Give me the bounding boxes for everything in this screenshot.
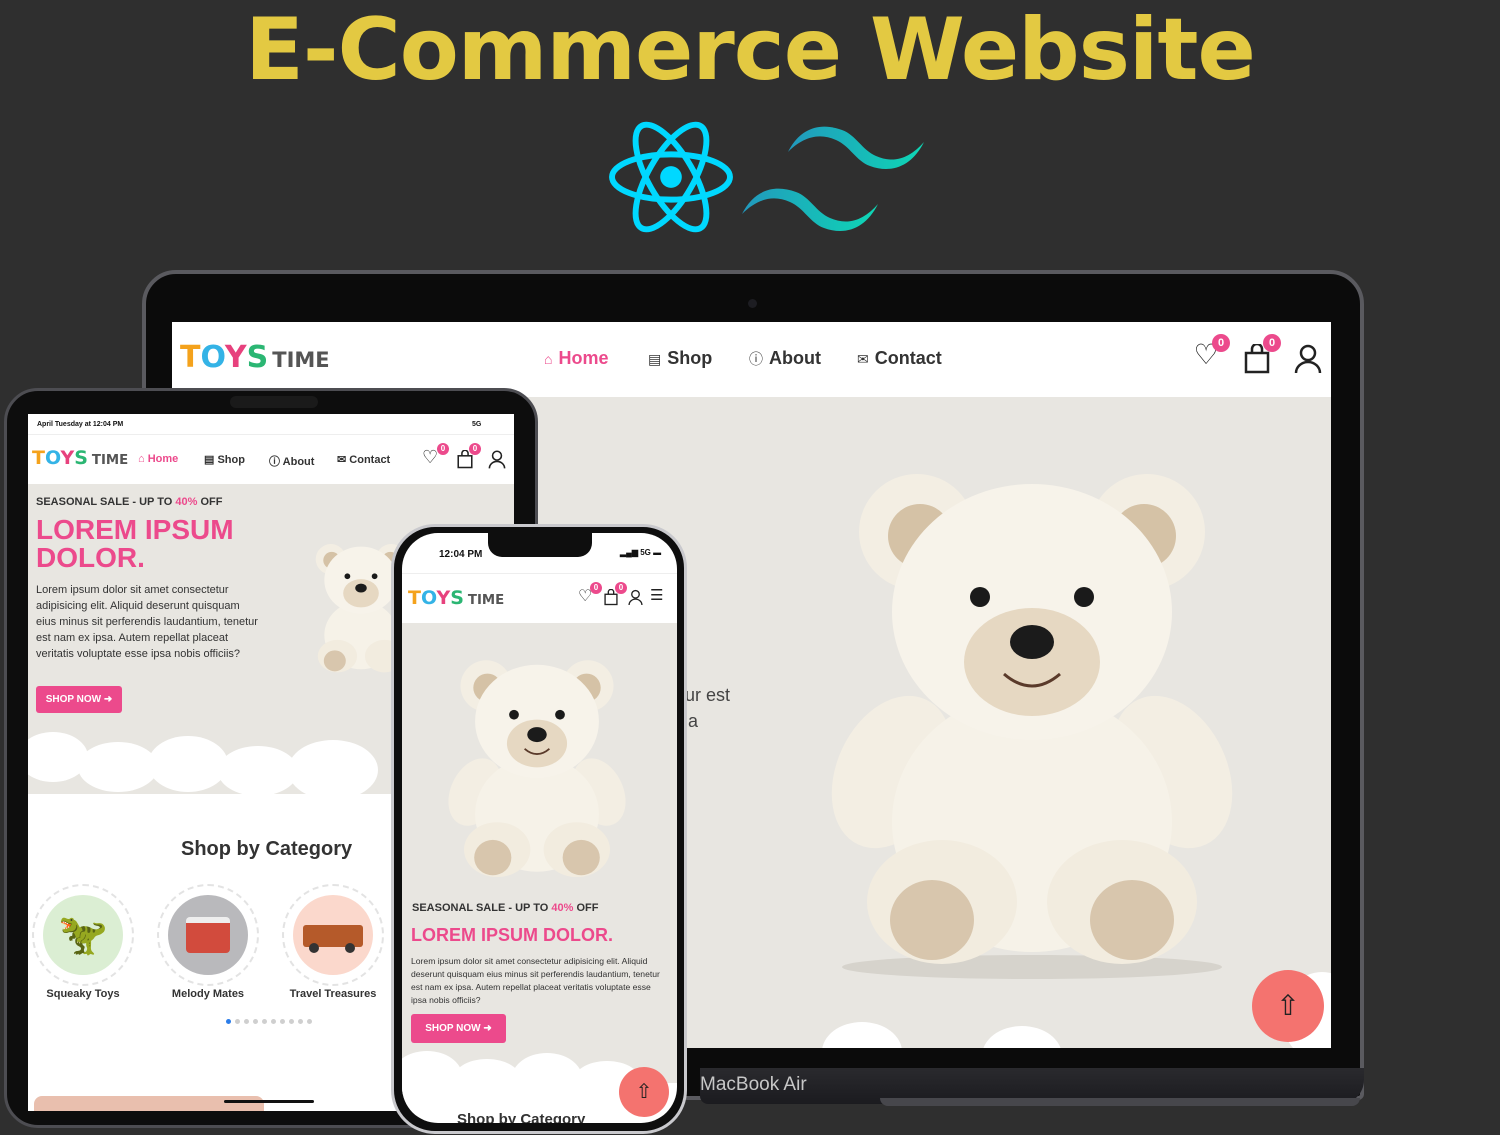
scroll-to-top-button[interactable]: ⇧ [1252,970,1324,1042]
home-icon: ⌂ [544,351,553,367]
arrow-up-icon: ⇧ [635,1081,653,1103]
home-indicator [224,1100,314,1103]
scroll-to-top-button[interactable]: ⇧ [619,1067,669,1117]
info-icon: ⓘ [269,456,283,468]
navbar: TOYS TIME ⌂ Home ▤ Shop ⓘ About ✉ Contact ♡ 0… [172,322,1331,397]
hero-body: Lorem ipsum dolor sit amet consectetur a… [411,956,660,1005]
hero-text-fragment: tur est [680,685,731,705]
menu-icon[interactable]: ☰ [650,586,663,604]
category-item[interactable] [157,884,259,986]
laptop-hinge [880,1098,1360,1106]
phone-screen: 12:04 PM ▂▄▆ 5G ▬ TOYS TIME ♡ 0 0 ☰ SEASO… [402,533,677,1123]
sale-label: SEASONAL SALE - UP TO 40% OFF [36,496,223,508]
wishlist-badge: 0 [1212,334,1230,352]
cart-badge: 0 [615,582,627,594]
heart-icon[interactable]: ♡ [422,447,438,468]
category-item[interactable] [282,884,384,986]
navbar: TOYS TIME ⌂ Home ▤ Shop ⓘ About ✉ Contact… [28,434,514,484]
hero-body: Lorem ipsum dolor sit amet consectetur a… [36,584,258,660]
hero-section: SEASONAL SALE - UP TO 40% OFF LOREM IPSU… [402,623,677,1105]
nav-about[interactable]: ⓘ About [269,453,314,469]
hero-headline: LOREM IPSUM DOLOR. [411,925,613,945]
camera [748,299,757,308]
hero-headline: LOREM IPSUM DOLOR. [36,514,234,573]
tablet-camera [230,396,318,408]
signal-icon: ▂▄▆ [620,548,641,557]
carousel-dot[interactable] [271,1019,276,1024]
carousel-dot[interactable] [289,1019,294,1024]
category-label: Melody Mates [171,988,245,1000]
cart-badge: 0 [1263,334,1281,352]
category-label: Travel Treasures [289,988,377,1000]
carousel-dot[interactable] [307,1019,312,1024]
shop-now-button[interactable]: SHOP NOW ➜ [411,1014,506,1043]
product-card-peek [34,1096,264,1111]
teddy-bear-image [448,660,626,878]
cart-badge: 0 [469,443,481,455]
notch [488,533,592,557]
status-time: April Tuesday at 12:04 PM [37,421,124,428]
mail-icon: ✉ [337,454,350,466]
carousel-dot[interactable] [280,1019,285,1024]
carousel-dot[interactable] [253,1019,258,1024]
store-icon: ▤ [648,351,662,367]
category-label: Squeaky Toys [46,988,120,1000]
tailwind-icon [742,126,924,231]
nav-contact[interactable]: ✉ Contact [857,348,942,369]
dinosaur-toy-icon: 🦖 [43,895,123,975]
hero-text-fragment: a [688,711,699,731]
react-icon [609,121,733,233]
wishlist-badge: 0 [437,443,449,455]
nav-home[interactable]: ⌂ Home [544,348,608,369]
nav-shop[interactable]: ▤ Shop [204,453,245,466]
nav-home[interactable]: ⌂ Home [138,453,178,465]
nav-shop[interactable]: ▤ Shop [648,348,712,369]
status-network: 5G [472,421,482,428]
carousel-dots[interactable] [226,1011,316,1029]
nav-about[interactable]: ⓘ About [749,348,821,369]
logo[interactable]: TOYS TIME [408,587,504,609]
laptop-label: MacBook Air [700,1074,807,1095]
battery-icon: ▬ [653,548,662,557]
user-icon[interactable] [488,450,506,469]
arrow-right-icon: ➜ [483,1023,492,1034]
train-toy-icon [293,895,373,975]
arrow-up-icon: ⇧ [1276,990,1300,1021]
category-item[interactable]: 🦖 [32,884,134,986]
status-time: 12:04 PM [439,549,483,560]
carousel-dot[interactable] [298,1019,303,1024]
carousel-dot[interactable] [226,1019,231,1024]
page-title: E-Commerce Website [245,0,1256,100]
home-icon: ⌂ [138,453,148,465]
arrow-right-icon: ➜ [103,694,113,705]
teddy-bear-image [831,474,1233,979]
navbar: TOYS TIME ♡ 0 0 ☰ [402,573,677,623]
user-icon[interactable] [1294,344,1322,374]
carousel-dot[interactable] [262,1019,267,1024]
sale-label: SEASONAL SALE - UP TO 40% OFF [412,902,599,914]
carousel-dot[interactable] [235,1019,240,1024]
category-heading: Shop by Category [457,1111,586,1123]
mail-icon: ✉ [857,351,869,367]
wishlist-badge: 0 [590,582,602,594]
category-heading: Shop by Category [181,838,353,860]
logo[interactable]: TOYS TIME [32,447,128,469]
store-icon: ▤ [204,454,218,466]
nav-contact[interactable]: ✉ Contact [337,453,390,466]
logo[interactable]: TOYS TIME [180,340,330,375]
drum-toy-icon [168,895,248,975]
info-icon: ⓘ [749,351,763,367]
status-network: ▂▄▆ 5G ▬ [620,548,662,557]
user-icon[interactable] [628,589,643,606]
carousel-dot[interactable] [244,1019,249,1024]
shop-now-button[interactable]: SHOP NOW ➜ [36,686,122,713]
